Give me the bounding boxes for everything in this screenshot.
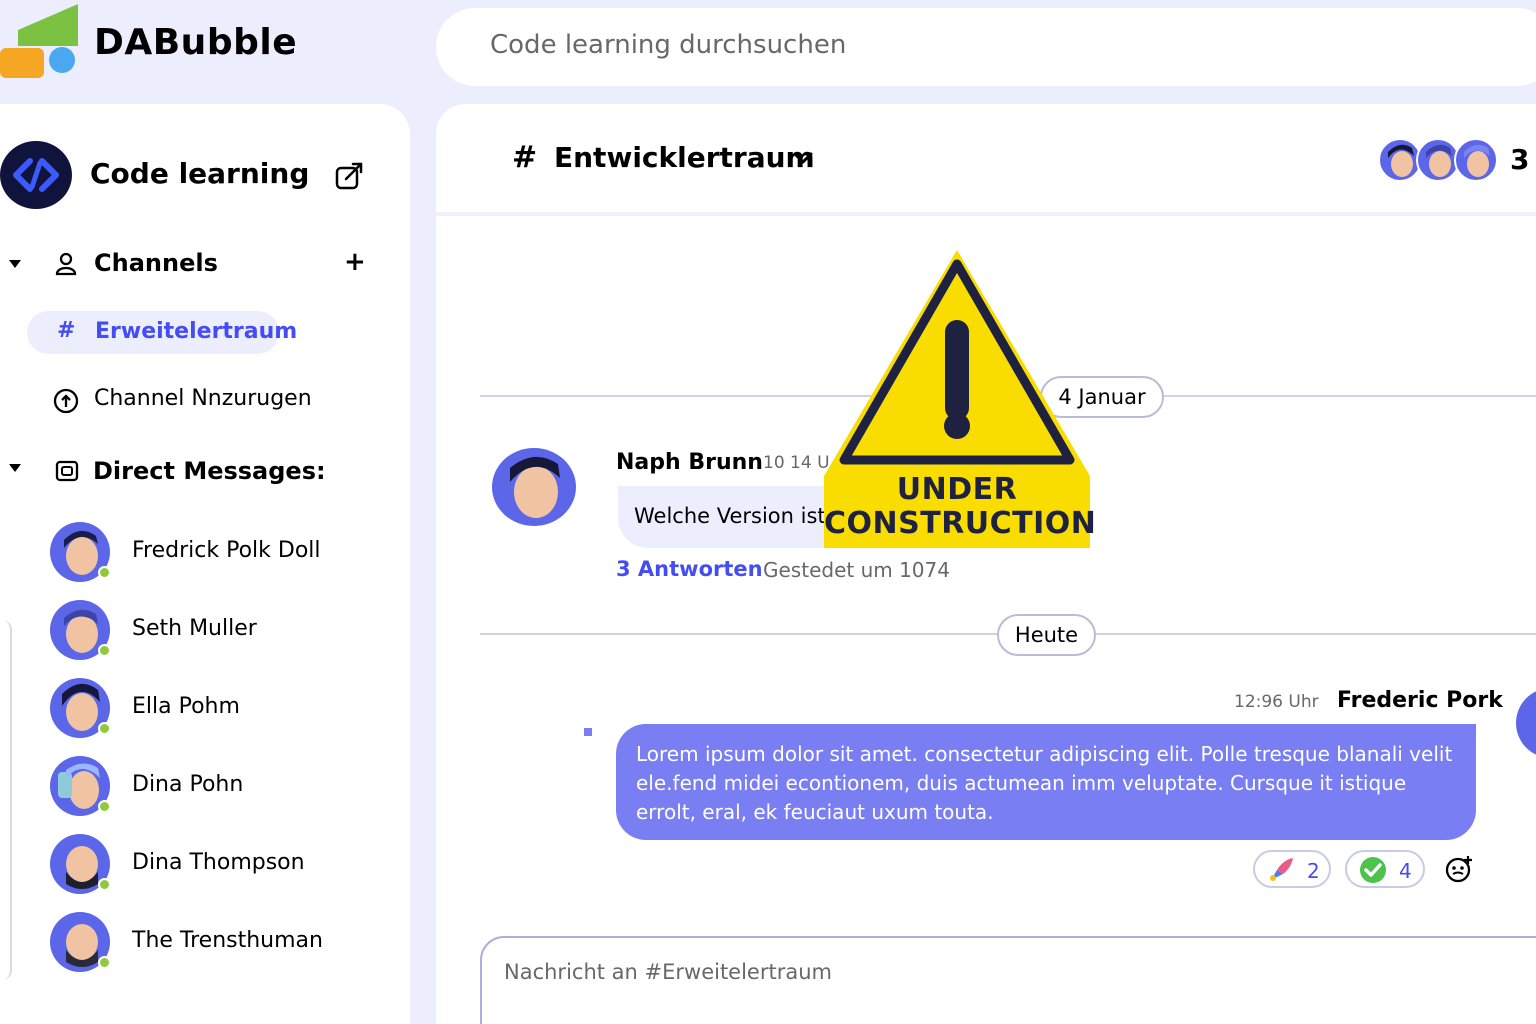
dm-name: Fredrick Polk Doll: [132, 538, 321, 563]
dm-name: Seth Muller: [132, 616, 257, 641]
channel-members[interactable]: [1378, 138, 1500, 182]
online-status-dot: [98, 722, 111, 735]
add-channel-label: Channel Nnzurugen: [94, 386, 312, 411]
date-pill: Heute: [997, 614, 1096, 656]
message-author[interactable]: Frederic Pork: [1337, 688, 1503, 713]
message-time: 10 14 U: [763, 453, 830, 473]
dm-name: Ella Pohm: [132, 694, 240, 719]
composer-placeholder: Nachricht an #Erweitelertraum: [504, 960, 832, 984]
message-hover-marker: [584, 728, 592, 736]
app-logo-icon: [0, 0, 90, 90]
channels-person-icon: [54, 251, 80, 277]
online-status-dot: [98, 878, 111, 891]
under-construction-line1: UNDER: [896, 472, 1018, 507]
add-channel-button[interactable]: +: [344, 247, 366, 277]
sidebar-edge: [0, 620, 12, 980]
under-construction-line2: CONSTRUCTION: [824, 506, 1097, 541]
online-status-dot: [98, 566, 111, 579]
chevron-down-icon[interactable]: [792, 150, 814, 170]
channel-title[interactable]: Entwicklertraum: [554, 141, 815, 174]
online-status-dot: [98, 956, 111, 969]
dm-collapse-caret-icon[interactable]: [9, 464, 21, 472]
direct-messages-icon: [55, 459, 81, 485]
dm-item[interactable]: Seth Muller: [50, 600, 370, 660]
reaction-count: 4: [1399, 859, 1412, 883]
message-author[interactable]: Naph Brunn: [616, 450, 763, 475]
online-status-dot: [98, 644, 111, 657]
search-input[interactable]: Code learning durchsuchen: [436, 8, 1536, 86]
check-emoji-icon: [1360, 857, 1386, 883]
message-text: Lorem ipsum dolor sit amet. consectetur …: [636, 742, 1453, 824]
dm-item[interactable]: Ella Pohm: [50, 678, 370, 738]
app-brand-name: DABubble: [94, 22, 298, 63]
message-text: Welche Version ist: [634, 504, 826, 528]
channels-collapse-caret-icon[interactable]: [9, 260, 21, 268]
last-reply-info: Gestedet um 1074: [763, 558, 950, 582]
reaction-chip[interactable]: 2: [1253, 850, 1331, 888]
rocket-emoji-icon: [1270, 858, 1293, 881]
thread-replies-link[interactable]: 3 Antworten: [616, 557, 763, 581]
dm-item[interactable]: Fredrick Polk Doll: [50, 522, 370, 582]
sidebar-channel-active[interactable]: # Erweitelertraum: [27, 311, 297, 354]
dm-name: Dina Pohn: [132, 772, 244, 797]
direct-messages-label[interactable]: Direct Messages:: [93, 457, 326, 485]
member-avatar: [1454, 138, 1498, 182]
reaction-count: 2: [1307, 859, 1320, 883]
dm-item[interactable]: Dina Thompson: [50, 834, 370, 894]
online-status-dot: [98, 800, 111, 813]
message-time: 12:96 Uhr: [1234, 692, 1319, 712]
dm-item[interactable]: Dina Pohn: [50, 756, 370, 816]
dm-name: Dina Thompson: [132, 850, 305, 875]
sidebar-channel-label: Erweitelertraum: [95, 319, 298, 344]
channel-hash-icon: #: [57, 318, 76, 343]
dm-item[interactable]: The Trensthuman: [50, 912, 370, 972]
workspace-icon: [0, 141, 72, 209]
reaction-chip[interactable]: 4: [1345, 850, 1425, 888]
member-count[interactable]: 3: [1510, 143, 1529, 176]
avatar[interactable]: [492, 448, 576, 526]
edit-workspace-icon[interactable]: [334, 160, 366, 192]
add-circle-icon: [53, 388, 79, 414]
dm-name: The Trensthuman: [132, 928, 323, 953]
channels-label[interactable]: Channels: [94, 249, 218, 277]
workspace-name: Code learning: [90, 157, 310, 190]
add-reaction-icon[interactable]: [1444, 854, 1474, 884]
search-placeholder: Code learning durchsuchen: [490, 30, 847, 60]
channel-hash-icon: #: [512, 140, 538, 175]
